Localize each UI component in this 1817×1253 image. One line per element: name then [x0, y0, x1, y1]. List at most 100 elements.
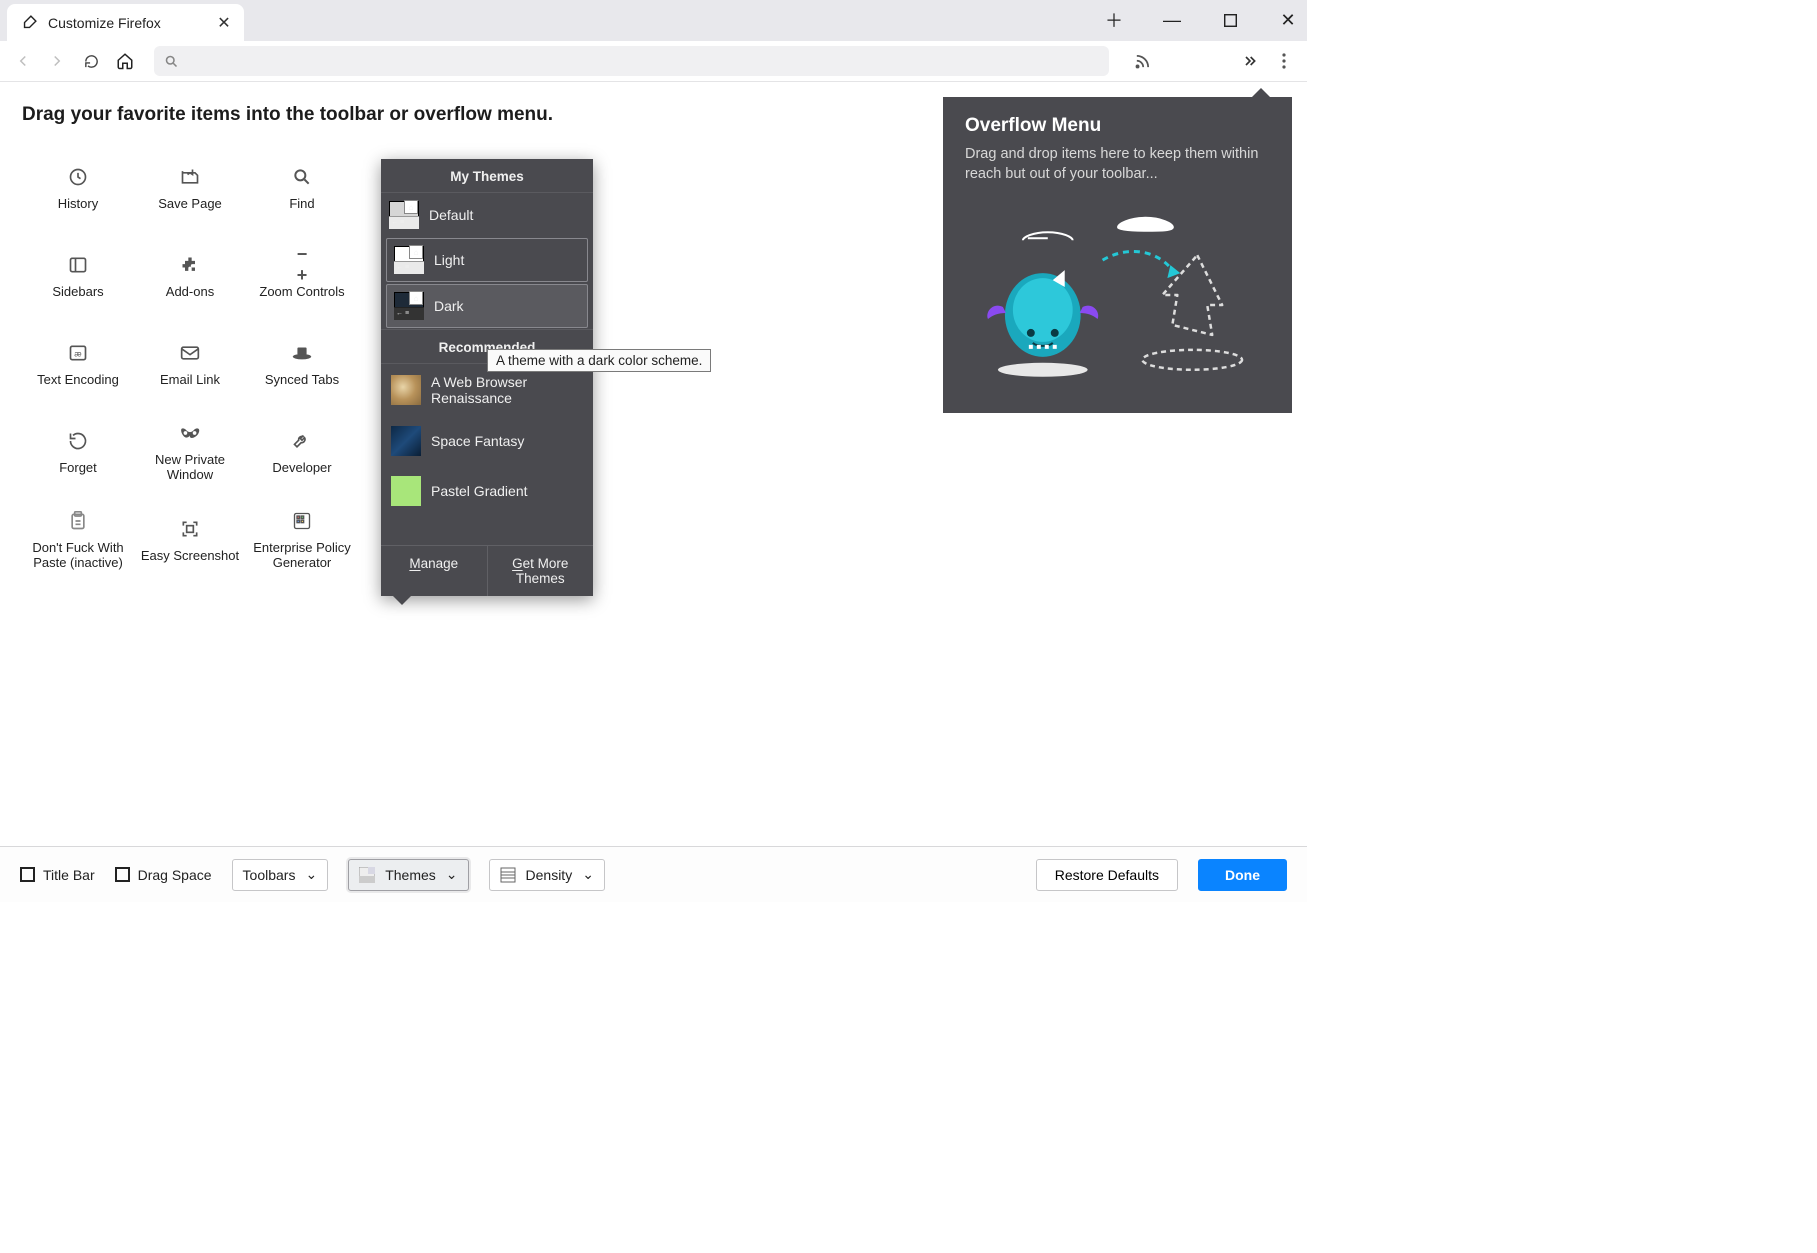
theme-label: Dark — [434, 298, 464, 314]
overflow-desc: Drag and drop items here to keep them wi… — [965, 145, 1270, 184]
themes-header: My Themes — [381, 159, 593, 193]
tooltip: A theme with a dark color scheme. — [487, 349, 711, 372]
dd-label: Themes — [385, 867, 436, 883]
theme-swatch — [391, 426, 421, 456]
tab-customize[interactable]: Customize Firefox ✕ — [7, 4, 244, 41]
rec-label: Space Fantasy — [431, 433, 524, 449]
syncedtabs-icon — [289, 340, 315, 366]
palette-item-history[interactable]: History — [22, 146, 134, 228]
titlebar-checkbox[interactable]: Title Bar — [20, 867, 95, 883]
item-label: Enterprise Policy Generator — [250, 540, 354, 570]
item-label: Synced Tabs — [265, 372, 339, 387]
density-icon — [500, 867, 516, 883]
titlebar-label: Title Bar — [43, 867, 95, 883]
home-button[interactable] — [110, 46, 140, 76]
theme-swatch — [391, 476, 421, 506]
theme-preview-icon — [394, 246, 424, 274]
overflow-illustration — [983, 212, 1272, 398]
toolbars-dropdown[interactable]: Toolbars ⌄ — [232, 859, 329, 891]
screenshot-icon — [177, 516, 203, 542]
dd-label: Toolbars — [243, 867, 296, 883]
themes-getmore-button[interactable]: Get More Themes — [488, 546, 594, 596]
reload-button[interactable] — [76, 46, 106, 76]
close-tab-icon[interactable]: ✕ — [216, 15, 232, 31]
window-close-icon[interactable]: ✕ — [1276, 8, 1300, 32]
item-label: Forget — [59, 460, 97, 475]
sidebars-icon — [65, 252, 91, 278]
item-label: Email Link — [160, 372, 220, 387]
window-maximize-icon[interactable] — [1218, 8, 1242, 32]
window-minimize-icon[interactable]: — — [1160, 8, 1184, 32]
overflow-title: Overflow Menu — [965, 115, 1270, 137]
palette-item-addons[interactable]: Add-ons — [134, 234, 246, 316]
rec-theme-space[interactable]: Space Fantasy — [381, 416, 593, 466]
palette-item-developer[interactable]: Developer — [246, 410, 358, 492]
themes-popup: My Themes Default Light Dark Recommended… — [381, 159, 593, 596]
dragspace-label: Drag Space — [138, 867, 212, 883]
history-icon — [65, 164, 91, 190]
rec-label: Pastel Gradient — [431, 483, 528, 499]
palette-item-private-window[interactable]: New Private Window — [134, 410, 246, 492]
overflow-chevron-icon[interactable] — [1235, 46, 1265, 76]
private-icon — [177, 420, 203, 446]
themes-dropdown[interactable]: Themes ⌄ — [348, 859, 468, 891]
item-label: Developer — [272, 460, 331, 475]
zoom-icon: − + — [289, 252, 315, 278]
paste-ext-icon — [65, 508, 91, 534]
theme-row-light[interactable]: Light — [386, 238, 588, 282]
forget-icon — [65, 428, 91, 454]
palette-item-find[interactable]: Find — [246, 146, 358, 228]
chevron-down-icon: ⌄ — [305, 866, 317, 883]
dd-label: Density — [526, 867, 573, 883]
palette-item-email-link[interactable]: Email Link — [134, 322, 246, 404]
palette-item-forget[interactable]: Forget — [22, 410, 134, 492]
chevron-down-icon: ⌄ — [446, 866, 458, 883]
forward-button[interactable] — [42, 46, 72, 76]
item-label: Don't Fuck With Paste (inactive) — [26, 540, 130, 570]
item-label: Find — [289, 196, 314, 211]
rec-theme-pastel[interactable]: Pastel Gradient — [381, 466, 593, 516]
feed-icon[interactable] — [1127, 46, 1157, 76]
theme-label: Light — [434, 252, 464, 268]
palette-item-text-encoding[interactable]: æ Text Encoding — [22, 322, 134, 404]
tab-strip: Customize Firefox ✕ ＋ — ✕ — [0, 0, 1307, 41]
palette-item-save-page[interactable]: Save Page — [134, 146, 246, 228]
paintbrush-icon — [21, 14, 38, 31]
theme-swatch-icon — [359, 867, 375, 883]
search-icon — [164, 54, 179, 69]
policy-ext-icon — [289, 508, 315, 534]
themes-manage-button[interactable]: Manage — [381, 546, 488, 596]
save-page-icon — [177, 164, 203, 190]
item-label: History — [58, 196, 98, 211]
addons-icon — [177, 252, 203, 278]
tab-title: Customize Firefox — [48, 15, 161, 31]
palette-item-sidebars[interactable]: Sidebars — [22, 234, 134, 316]
density-dropdown[interactable]: Density ⌄ — [489, 859, 605, 891]
item-label: Text Encoding — [37, 372, 119, 387]
item-label: Sidebars — [52, 284, 103, 299]
done-button[interactable]: Done — [1198, 859, 1287, 891]
url-bar[interactable] — [154, 46, 1109, 76]
palette-item-paste-ext[interactable]: Don't Fuck With Paste (inactive) — [22, 498, 134, 580]
developer-icon — [289, 428, 315, 454]
theme-label: Default — [429, 207, 473, 223]
overflow-menu-panel[interactable]: Overflow Menu Drag and drop items here t… — [943, 97, 1292, 413]
chevron-down-icon: ⌄ — [582, 866, 594, 883]
theme-row-default[interactable]: Default — [381, 193, 593, 237]
theme-swatch — [391, 375, 421, 405]
restore-defaults-button[interactable]: Restore Defaults — [1036, 859, 1178, 891]
textencoding-icon: æ — [65, 340, 91, 366]
palette-item-synced-tabs[interactable]: Synced Tabs — [246, 322, 358, 404]
theme-row-dark[interactable]: Dark — [386, 284, 588, 328]
find-icon — [289, 164, 315, 190]
customize-footer: Title Bar Drag Space Toolbars ⌄ Themes ⌄ D… — [0, 846, 1307, 902]
palette-item-zoom[interactable]: − +Zoom Controls — [246, 234, 358, 316]
palette-item-policy-ext[interactable]: Enterprise Policy Generator — [246, 498, 358, 580]
dragspace-checkbox[interactable]: Drag Space — [115, 867, 212, 883]
app-menu-button[interactable] — [1269, 46, 1299, 76]
item-label: Save Page — [158, 196, 222, 211]
new-tab-button[interactable]: ＋ — [1102, 8, 1126, 32]
item-label: Add-ons — [166, 284, 214, 299]
palette-item-screenshot[interactable]: Easy Screenshot — [134, 498, 246, 580]
back-button[interactable] — [8, 46, 38, 76]
